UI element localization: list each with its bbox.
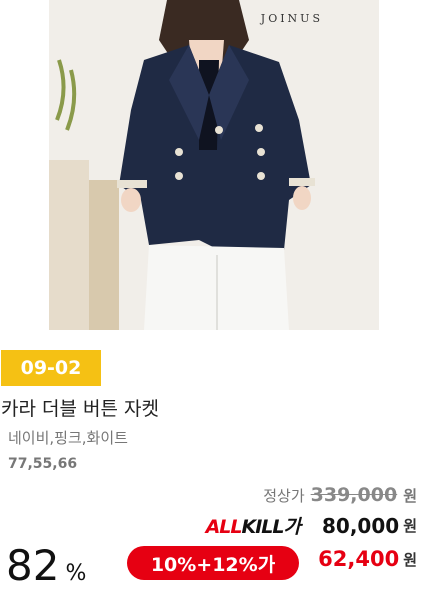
- currency-label: 원: [403, 486, 417, 505]
- allkill-logo-part2: KILL가: [241, 516, 301, 538]
- coupon-badge[interactable]: 10%+12%가: [127, 546, 299, 580]
- color-options: 네이비,핑크,화이트: [8, 429, 128, 447]
- size-options: 77,55,66: [8, 456, 78, 472]
- product-image[interactable]: JOINUS: [49, 0, 379, 330]
- jacket-illustration: [49, 0, 379, 330]
- currency-label: 원: [403, 550, 417, 569]
- allkill-price: 80,000: [322, 513, 400, 538]
- final-price-row: 62,400 원: [318, 547, 417, 571]
- regular-price-label: 정상가: [263, 486, 305, 505]
- allkill-price-row: ALLKILL가 80,000 원: [206, 512, 417, 539]
- date-badge: 09-02: [1, 350, 101, 386]
- currency-label: 원: [403, 517, 417, 535]
- regular-price-row: 정상가 339,000 원: [263, 484, 417, 506]
- discount-percent: 82 %: [6, 541, 86, 590]
- discount-number: 82: [6, 541, 60, 590]
- discount-unit: %: [65, 561, 87, 586]
- product-name[interactable]: 카라 더블 버튼 자켓: [1, 394, 159, 421]
- final-price: 62,400: [318, 547, 400, 571]
- brand-logo: JOINUS: [260, 12, 323, 25]
- regular-price: 339,000: [310, 484, 398, 506]
- allkill-logo-part1: ALL: [205, 516, 243, 538]
- allkill-logo: ALLKILL가: [205, 512, 301, 539]
